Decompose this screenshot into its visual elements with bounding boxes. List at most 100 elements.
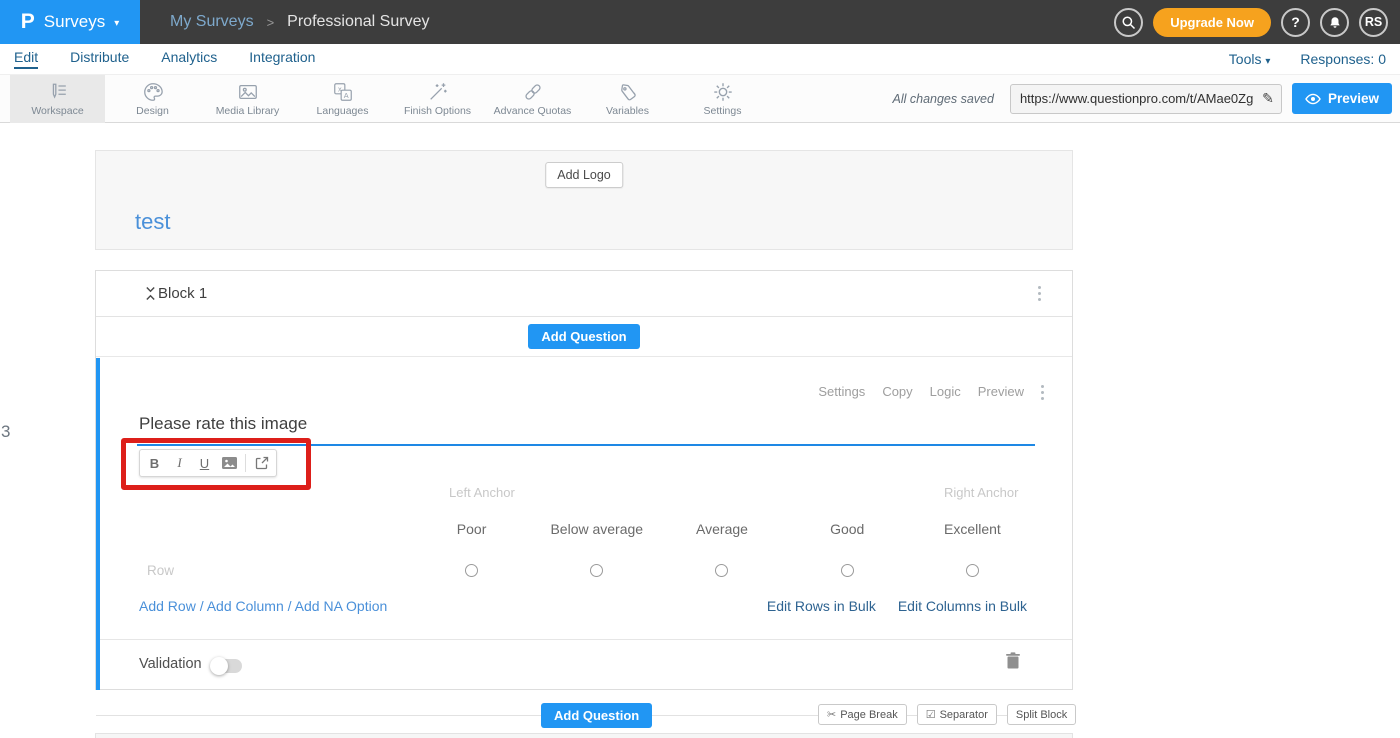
toolbar-item-design[interactable]: Design: [105, 75, 200, 123]
tools-dropdown[interactable]: Tools ▾: [1229, 51, 1271, 67]
scissors-icon: ✂: [827, 708, 836, 721]
add-question-row: Add Question: [96, 317, 1072, 357]
add-question-button[interactable]: Add Question: [528, 324, 639, 349]
help-button[interactable]: ?: [1281, 8, 1310, 37]
upgrade-now-button[interactable]: Upgrade Now: [1153, 8, 1271, 37]
column-header-below-average[interactable]: Below average: [534, 521, 659, 537]
tab-edit[interactable]: Edit: [14, 49, 38, 69]
toolbar-item-workspace[interactable]: Workspace: [10, 75, 105, 123]
question-footer-divider: [100, 639, 1072, 640]
radio-button[interactable]: [966, 564, 979, 577]
row-column-links: Add Row / Add Column / Add NA Option: [139, 598, 387, 614]
survey-url-box: ✎: [1010, 84, 1282, 114]
notifications-button[interactable]: [1320, 8, 1349, 37]
tab-analytics[interactable]: Analytics: [161, 49, 217, 69]
column-header-average[interactable]: Average: [659, 521, 784, 537]
design-palette-icon: [142, 81, 164, 103]
toolbar-items: Workspace Design Media Library xA Langua…: [10, 75, 770, 123]
toolbar-item-variables[interactable]: Variables: [580, 75, 675, 123]
next-block-card-edge: [95, 733, 1073, 738]
bulk-edit-links: Edit Rows in Bulk Edit Columns in Bulk: [767, 598, 1027, 614]
bell-icon: [1328, 15, 1342, 30]
question-editor: Settings Copy Logic Preview Please rate …: [96, 358, 1072, 690]
user-avatar[interactable]: RS: [1359, 8, 1388, 37]
edit-rows-in-bulk-link[interactable]: Edit Rows in Bulk: [767, 598, 876, 614]
settings-gear-icon: [712, 81, 734, 103]
surveys-product-menu[interactable]: P Surveys ▾: [0, 0, 140, 44]
trash-icon: [1006, 652, 1020, 669]
text-format-toolbar: B I U: [139, 449, 277, 477]
radio-button[interactable]: [465, 564, 478, 577]
radio-button[interactable]: [841, 564, 854, 577]
scale-radio-row: [409, 564, 1035, 577]
question-copy-link[interactable]: Copy: [882, 384, 912, 399]
column-header-poor[interactable]: Poor: [409, 521, 534, 537]
add-row-link[interactable]: Add Row: [139, 598, 196, 614]
external-link-icon: [255, 456, 269, 470]
responses-count[interactable]: Responses: 0: [1300, 51, 1386, 67]
question-menu-dots-icon[interactable]: [1041, 385, 1044, 400]
row-label-input[interactable]: Row: [147, 563, 174, 578]
question-preview-link[interactable]: Preview: [978, 384, 1024, 399]
radio-button[interactable]: [590, 564, 603, 577]
separator-button[interactable]: ☑Separator: [917, 704, 997, 725]
toolbar-item-label: Languages: [317, 105, 369, 117]
tab-distribute[interactable]: Distribute: [70, 49, 129, 69]
collapse-block-icon[interactable]: [145, 285, 156, 307]
right-anchor-input[interactable]: Right Anchor: [944, 485, 1018, 500]
top-bar: P Surveys ▾ My Surveys > Professional Su…: [0, 0, 1400, 44]
workspace-icon: [47, 81, 69, 103]
add-logo-button[interactable]: Add Logo: [545, 162, 623, 188]
bold-button[interactable]: B: [142, 450, 167, 476]
toolbar-item-finish-options[interactable]: Finish Options: [390, 75, 485, 123]
advance-quotas-link-icon: [522, 81, 544, 103]
insert-image-button[interactable]: [217, 450, 242, 476]
tabs: Edit Distribute Analytics Integration: [14, 49, 315, 69]
underline-button[interactable]: U: [192, 450, 217, 476]
toggle-knob: [210, 657, 228, 675]
italic-button[interactable]: I: [167, 450, 192, 476]
block-title[interactable]: Block 1: [158, 285, 207, 302]
edit-columns-in-bulk-link[interactable]: Edit Columns in Bulk: [898, 598, 1027, 614]
survey-tab-nav: Edit Distribute Analytics Integration To…: [0, 44, 1400, 75]
survey-title[interactable]: test: [135, 209, 170, 235]
insert-link-button[interactable]: [249, 450, 274, 476]
toolbar-item-media-library[interactable]: Media Library: [200, 75, 295, 123]
column-header-excellent[interactable]: Excellent: [910, 521, 1035, 537]
toolbar-divider: [245, 454, 246, 472]
delete-question-button[interactable]: [1006, 652, 1020, 674]
search-button[interactable]: [1114, 8, 1143, 37]
avatar-initials: RS: [1365, 15, 1382, 29]
block-menu-dots-icon[interactable]: [1038, 286, 1041, 301]
radio-button[interactable]: [715, 564, 728, 577]
column-header-good[interactable]: Good: [785, 521, 910, 537]
link-separator: /: [284, 598, 295, 614]
add-na-option-link[interactable]: Add NA Option: [295, 598, 388, 614]
add-question-button-bottom[interactable]: Add Question: [541, 703, 652, 728]
add-column-link[interactable]: Add Column: [207, 598, 284, 614]
question-logic-link[interactable]: Logic: [930, 384, 961, 399]
toolbar-item-settings[interactable]: Settings: [675, 75, 770, 123]
survey-header-card: Add Logo test: [95, 150, 1073, 250]
toolbar-right: All changes saved ✎ Preview: [893, 83, 1400, 114]
editor-toolbar: Workspace Design Media Library xA Langua…: [0, 75, 1400, 123]
left-anchor-input[interactable]: Left Anchor: [449, 485, 515, 500]
finish-options-wand-icon: [427, 81, 449, 103]
toolbar-item-label: Media Library: [216, 105, 280, 117]
survey-url-input[interactable]: [1011, 91, 1255, 106]
questionpro-editor: P Surveys ▾ My Surveys > Professional Su…: [0, 0, 1400, 738]
validation-label: Validation: [139, 656, 202, 672]
search-icon: [1121, 15, 1136, 30]
tab-integration[interactable]: Integration: [249, 49, 315, 69]
preview-button[interactable]: Preview: [1292, 83, 1392, 114]
question-number: 3: [1, 422, 10, 442]
question-settings-link[interactable]: Settings: [818, 384, 865, 399]
question-title-input[interactable]: Please rate this image: [139, 414, 307, 434]
page-break-button[interactable]: ✂Page Break: [818, 704, 907, 725]
validation-toggle[interactable]: [212, 659, 242, 673]
edit-url-pencil-icon[interactable]: ✎: [1255, 90, 1281, 107]
split-block-button[interactable]: Split Block: [1007, 704, 1076, 725]
breadcrumb-my-surveys[interactable]: My Surveys: [170, 13, 254, 31]
toolbar-item-languages[interactable]: xA Languages: [295, 75, 390, 123]
toolbar-item-advance-quotas[interactable]: Advance Quotas: [485, 75, 580, 123]
